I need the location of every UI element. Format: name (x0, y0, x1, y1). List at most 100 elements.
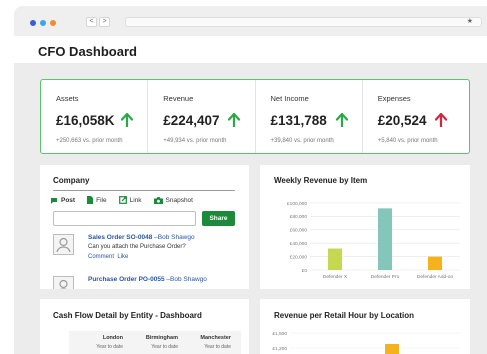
cash-flow-table: London Year to date Birmingham Year to d… (69, 331, 241, 354)
divider (53, 190, 235, 191)
browser-window: < > ★ CFO Dashboard Assets £16,058K +250… (14, 6, 487, 354)
y-tick-label: £20,000 (290, 254, 308, 260)
kpi-value: £20,524 (377, 113, 427, 128)
share-button[interactable]: Share (202, 211, 235, 226)
y-tick-label: £40,000 (290, 241, 308, 247)
cash-flow-card: Cash Flow Detail by Entity - Dashboard L… (40, 299, 249, 354)
arrow-up-icon (121, 113, 133, 127)
link-icon (118, 196, 127, 204)
kpi-change: +39,840 vs. prior month (270, 138, 334, 144)
tab-snapshot[interactable]: Snapshot (153, 196, 193, 204)
company-feed-card: Company Post File Link Snapshot Share Sa… (40, 165, 249, 289)
card-title: Weekly Revenue by Item (274, 176, 368, 185)
dashboard-canvas: Assets £16,058K +250,663 vs. prior month… (14, 63, 487, 354)
feed-author[interactable]: –Bob Shawgo (152, 234, 195, 241)
card-title: Revenue per Retail Hour by Location (274, 311, 415, 320)
kpi-label: Assets (56, 94, 79, 103)
chat-icon (51, 197, 57, 204)
y-tick-label: £1,200 (272, 346, 287, 352)
tab-label: Post (61, 196, 76, 204)
forward-button[interactable]: > (99, 17, 110, 27)
bar (428, 256, 442, 270)
user-icon (56, 237, 71, 253)
feed-item-title[interactable]: Sales Order SO-0048 –Bob Shawgo (88, 234, 195, 241)
file-icon (87, 196, 94, 204)
card-title: Cash Flow Detail by Entity - Dashboard (53, 311, 202, 320)
weekly-revenue-card: Weekly Revenue by Item £100,000 £80,000 £6… (260, 165, 470, 289)
x-tick-label: Defender Pro (371, 274, 400, 280)
page-title: CFO Dashboard (38, 44, 137, 59)
kpi-assets[interactable]: Assets £16,058K +250,663 vs. prior month (41, 80, 149, 153)
comment-link[interactable]: Comment (88, 254, 114, 260)
kpi-value: £16,058K (56, 113, 115, 128)
tab-label: Snapshot (165, 196, 193, 204)
feed-item: Sales Order SO-0048 –Bob Shawgo Can you … (53, 234, 243, 266)
feed-actions: Comment Like (88, 254, 128, 260)
window-close-dot[interactable] (30, 20, 36, 26)
post-input[interactable] (53, 211, 196, 226)
record-link[interactable]: Sales Order SO-0048 (88, 234, 152, 241)
address-bar[interactable]: ★ (125, 17, 482, 27)
kpi-expenses[interactable]: Expenses £20,524 +5,840 vs. prior month (363, 80, 469, 153)
kpi-label: Expenses (377, 94, 411, 103)
y-tick-label: £0 (302, 268, 308, 274)
bar (378, 208, 392, 270)
kpi-net-income[interactable]: Net Income £131,788 +39,840 vs. prior mo… (256, 80, 363, 153)
y-tick-label: £60,000 (290, 228, 308, 234)
kpi-label: Revenue (163, 94, 194, 103)
arrow-up-icon (434, 113, 447, 127)
column-header: Birmingham Year to date (146, 335, 178, 350)
tab-link[interactable]: Link (118, 196, 142, 204)
arrow-up-icon (335, 113, 348, 127)
user-icon (59, 279, 68, 289)
tab-post[interactable]: Post (50, 196, 75, 204)
kpi-strip: Assets £16,058K +250,663 vs. prior month… (40, 79, 470, 154)
kpi-label: Net Income (270, 94, 309, 103)
window-minimize-dot[interactable] (40, 20, 46, 26)
y-tick-label: £1,500 (272, 331, 287, 337)
page-header: CFO Dashboard (14, 36, 487, 63)
column-title: Birmingham (145, 335, 178, 341)
window-maximize-dot[interactable] (50, 20, 56, 26)
weekly-revenue-chart: £100,000 £80,000 £60,000 £40,000 £20,000 £0 De… (287, 201, 460, 280)
browser-toolbar: < > ★ (14, 6, 487, 36)
column-period: Year to date (204, 344, 231, 350)
retail-revenue-chart: £1,500 £1,200 (272, 331, 460, 354)
column-title: Manchester (200, 335, 231, 341)
kpi-revenue[interactable]: Revenue £224,407 +49,934 vs. prior month (148, 80, 256, 153)
kpi-value: £131,788 (270, 113, 327, 128)
feed-item-body: Can you attach the Purchase Order? (88, 244, 186, 250)
column-header: Manchester Year to date (200, 335, 231, 350)
feed-item-title[interactable]: Purchase Order PO-0055 –Bob Shawgo (88, 276, 207, 283)
column-period: Year to date (151, 344, 178, 350)
kpi-change: +49,934 vs. prior month (163, 138, 227, 144)
column-title: London (102, 335, 123, 341)
avatar (53, 234, 74, 255)
feed-author[interactable]: –Bob Shawgo (165, 276, 207, 283)
column-period: Year to date (96, 344, 123, 350)
back-button[interactable]: < (86, 17, 97, 27)
tab-label: File (96, 196, 107, 204)
y-tick-label: £80,000 (290, 214, 308, 220)
feed-item: Purchase Order PO-0055 –Bob Shawgo (53, 276, 243, 289)
kpi-value: £224,407 (163, 113, 220, 128)
bar (328, 248, 342, 270)
card-title: Company (53, 176, 90, 185)
kpi-change: +250,663 vs. prior month (56, 138, 123, 144)
tab-file[interactable]: File (87, 196, 107, 204)
bookmark-star-icon[interactable]: ★ (467, 17, 473, 25)
kpi-change: +5,840 vs. prior month (377, 138, 438, 144)
retail-revenue-card: Revenue per Retail Hour by Location £1,5… (260, 299, 470, 354)
x-tick-label: Defender X (323, 274, 348, 280)
like-link[interactable]: Like (117, 254, 128, 260)
post-type-tabs: Post File Link Snapshot (50, 196, 205, 204)
arrow-up-icon (228, 113, 241, 127)
y-tick-label: £100,000 (287, 201, 307, 207)
avatar (53, 276, 74, 289)
camera-icon (153, 196, 163, 204)
column-header: London Year to date (96, 335, 123, 350)
tab-label: Link (129, 196, 142, 204)
bar (385, 344, 399, 354)
x-tick-label: Defender Add-on (417, 274, 454, 280)
record-link[interactable]: Purchase Order PO-0055 (88, 276, 165, 283)
